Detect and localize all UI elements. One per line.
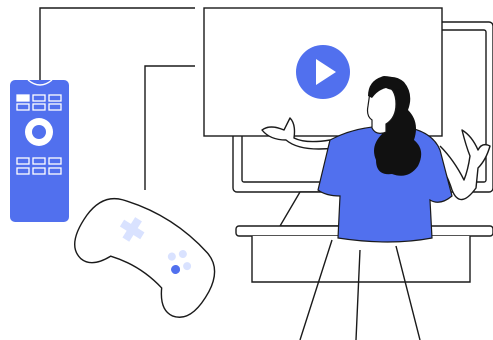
gamepad-icon — [74, 197, 216, 318]
remote-control-icon — [10, 79, 69, 222]
gamepad-body — [74, 197, 216, 318]
illustration-canvas — [10, 7, 493, 340]
connector-remote-line — [39, 7, 195, 80]
remote-dpad-center — [32, 125, 46, 139]
connector-gamepad-line — [144, 65, 195, 190]
desk-leg — [251, 236, 471, 283]
illustration-scene — [0, 0, 493, 340]
